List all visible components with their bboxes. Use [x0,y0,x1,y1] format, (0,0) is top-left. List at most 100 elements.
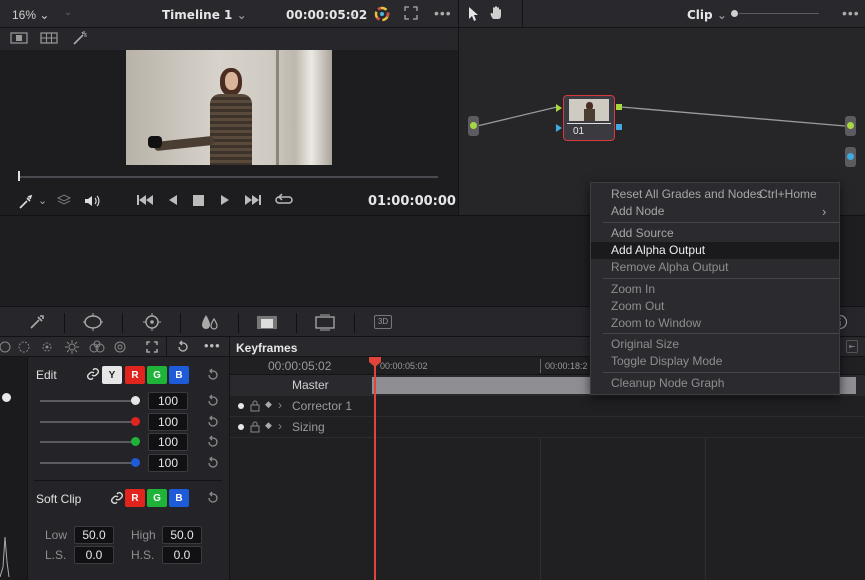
blur-icon[interactable] [200,312,220,335]
volume-icon[interactable] [83,193,101,212]
node-alpha-output-icon[interactable] [616,124,622,130]
curve-mode-5-icon[interactable] [89,340,105,357]
edit-reset-icon[interactable] [206,368,220,382]
g-intensity-value[interactable]: 100 [148,433,188,451]
skip-to-start-icon[interactable] [136,194,154,209]
curve-mode-1-icon[interactable] [0,340,12,357]
menu-item-zoom-to-window[interactable]: Zoom to Window [591,315,839,332]
g-intensity-slider[interactable] [40,441,132,443]
curve-mode-2-icon[interactable] [17,340,31,357]
menu-item-add-alpha-output[interactable]: Add Alpha Output [591,242,839,259]
play-reverse-icon[interactable] [168,194,178,209]
eyedropper-tool-icon[interactable] [18,194,34,213]
dropdown-handle-icon[interactable]: ⌄ [64,7,72,18]
key-icon[interactable] [256,313,278,334]
menu-item-original-size[interactable]: Original Size [591,336,839,353]
curve-mode-3-icon[interactable] [40,340,54,357]
3d-button[interactable]: 3D [374,315,392,329]
soft-clip-reset-icon[interactable] [206,491,220,505]
loop-icon[interactable] [275,193,293,210]
channel-b-button[interactable]: B [169,366,189,384]
sizing-icon[interactable] [314,313,336,334]
r-intensity-slider[interactable] [40,421,132,423]
play-icon[interactable] [220,194,230,209]
b-reset-icon[interactable] [206,456,220,470]
curves-reset-all-icon[interactable] [176,340,190,357]
soft-clip-b-button[interactable]: B [169,489,189,507]
color-wheel-icon[interactable] [374,6,390,25]
r-reset-icon[interactable] [206,415,220,429]
playhead-line[interactable] [374,357,376,580]
skip-to-end-icon[interactable] [244,194,262,209]
menu-item-zoom-out[interactable]: Zoom Out [591,298,839,315]
g-slider-handle[interactable] [131,437,140,446]
soft-clip-link-icon[interactable] [110,491,124,508]
layers-icon[interactable] [56,193,72,210]
r-intensity-value[interactable]: 100 [148,413,188,431]
track-keyframe-icon[interactable]: ◆ [265,420,272,431]
b-intensity-value[interactable]: 100 [148,454,188,472]
track-enable-dot[interactable] [238,424,244,430]
timecode-dropdown-icon[interactable]: ⌄ [348,7,357,20]
channel-g-button[interactable]: G [147,366,167,384]
ls-value[interactable]: 0.0 [74,546,114,564]
tool-dropdown-icon[interactable]: ⌄ [38,194,47,207]
curve-point[interactable] [2,393,11,402]
b-intensity-slider[interactable] [40,462,132,464]
g-reset-icon[interactable] [206,435,220,449]
link-channels-icon[interactable] [86,367,100,384]
zoom-dropdown[interactable]: 16% ⌄ [12,8,49,22]
magic-wand-icon[interactable] [72,30,90,49]
track-expand-icon[interactable]: › [278,419,282,433]
node-rgb-output-icon[interactable] [616,104,622,110]
keyframe-track-row[interactable]: ◆ › Corrector 1 [230,396,865,417]
soft-clip-g-button[interactable]: G [147,489,167,507]
node-alpha-input-icon[interactable] [556,124,562,132]
y-intensity-value[interactable]: 100 [148,392,188,410]
channel-y-button[interactable]: Y [102,366,122,384]
expand-icon[interactable] [145,340,159,357]
curves-options-icon[interactable]: ••• [204,338,221,353]
hs-value[interactable]: 0.0 [162,546,202,564]
fullscreen-icon[interactable] [404,6,418,23]
timeline-selector[interactable]: Timeline 1 ⌄ [162,8,247,22]
track-lock-icon[interactable] [250,421,260,436]
scrub-bar[interactable] [18,176,438,178]
y-slider-handle[interactable] [131,396,140,405]
grid-icon[interactable] [40,32,58,47]
menu-item-reset-all[interactable]: Reset All Grades and Nodes Ctrl+Home [591,186,839,203]
menu-item-toggle-display-mode[interactable]: Toggle Display Mode [591,353,839,370]
soft-clip-r-button[interactable]: R [125,489,145,507]
track-keyframe-icon[interactable]: ◆ [265,399,272,410]
channel-r-button[interactable]: R [125,366,145,384]
y-reset-icon[interactable] [206,394,220,408]
track-expand-icon[interactable]: › [278,398,282,412]
low-value[interactable]: 50.0 [74,526,114,544]
track-enable-dot[interactable] [238,403,244,409]
high-value[interactable]: 50.0 [162,526,202,544]
b-slider-handle[interactable] [131,458,140,467]
menu-item-label: Zoom to Window [611,316,702,330]
keyframes-expand-icon[interactable]: ⇤ [846,340,858,353]
curve-graph[interactable] [0,357,28,580]
menu-item-cleanup-node-graph[interactable]: Cleanup Node Graph [591,375,839,392]
qualifier-picker-icon[interactable] [28,313,46,334]
curve-mode-6-icon[interactable] [113,340,127,357]
menu-item-remove-alpha-output[interactable]: Remove Alpha Output [591,259,839,276]
stop-icon[interactable] [193,195,204,209]
curve-mode-4-icon[interactable] [65,340,79,357]
menu-item-add-node[interactable]: Add Node › [591,203,839,220]
viewer-options-icon[interactable]: ••• [434,5,452,21]
tracker-icon[interactable] [142,312,162,335]
menu-item-zoom-in[interactable]: Zoom In [591,281,839,298]
viewer-mode-icon[interactable] [10,32,28,47]
corrector-node-01[interactable]: 01 [563,95,615,141]
y-intensity-slider[interactable] [40,400,132,402]
power-window-icon[interactable] [82,312,104,335]
r-slider-handle[interactable] [131,417,140,426]
scrub-handle[interactable] [18,171,20,181]
node-rgb-input-icon[interactable] [556,104,562,112]
track-lock-icon[interactable] [250,400,260,415]
menu-item-add-source[interactable]: Add Source [591,225,839,242]
keyframe-track-row[interactable]: ◆ › Sizing [230,417,865,438]
